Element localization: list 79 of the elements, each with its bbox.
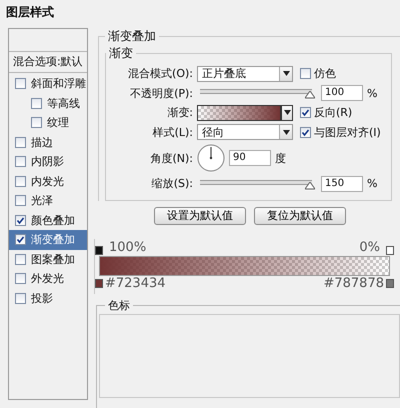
checkbox[interactable] — [15, 78, 26, 90]
style-item[interactable]: 斜面和浮雕 — [9, 74, 87, 94]
caret-icon — [282, 71, 290, 76]
style-label: 内阴影 — [31, 154, 64, 170]
checkbox[interactable] — [31, 98, 42, 109]
style-item[interactable]: 描边 — [9, 132, 87, 152]
section-title: 色标 — [107, 300, 131, 312]
caret-icon — [282, 130, 290, 135]
field-label: 混合模式(O): — [127, 66, 193, 82]
gradient-bar[interactable] — [99, 256, 390, 276]
style-item[interactable]: 投影 — [9, 288, 87, 308]
unit-label: 度 — [275, 150, 286, 166]
style-label: 纹理 — [47, 115, 69, 130]
checkbox[interactable] — [15, 273, 26, 284]
checkbox[interactable] — [300, 107, 311, 118]
list-header[interactable]: 混合选项:默认 — [9, 51, 87, 73]
field-label: 不透明度(P): — [129, 86, 193, 101]
style-label: 颜色叠加 — [31, 212, 75, 228]
style-label: 光泽 — [31, 193, 53, 208]
color-stop[interactable] — [386, 278, 394, 288]
field-label: 样式(L): — [152, 124, 193, 140]
style-item[interactable]: 外发光 — [9, 269, 87, 288]
style-label: 投影 — [31, 290, 53, 306]
field-label: 缩放(S): — [150, 176, 193, 192]
checkbox[interactable] — [15, 176, 26, 187]
color-value: #787878 — [323, 276, 385, 290]
slider-thumb[interactable] — [305, 91, 315, 100]
default-button[interactable]: 复位为默认值 — [254, 206, 346, 224]
style-item[interactable]: 内发光 — [9, 172, 87, 191]
number-field[interactable]: 150 — [321, 176, 363, 192]
color-value: #723434 — [104, 276, 166, 290]
section-title: 渐变叠加 — [107, 28, 157, 45]
color-stop[interactable] — [95, 278, 103, 288]
style-item[interactable]: 光泽 — [9, 191, 87, 210]
checkbox[interactable] — [15, 292, 26, 304]
style-item[interactable]: 内阴影 — [9, 152, 87, 172]
gradient-picker[interactable] — [197, 104, 293, 121]
opacity-value: 0% — [358, 240, 381, 254]
window-title: 图层样式 — [6, 5, 54, 19]
checkbox[interactable] — [300, 68, 311, 80]
style-label: 斜面和浮雕 — [31, 76, 86, 92]
checkbox[interactable] — [15, 214, 26, 226]
style-item[interactable]: 图案叠加 — [9, 250, 87, 269]
default-button[interactable]: 设置为默认值 — [154, 206, 246, 224]
number-field[interactable]: 90 — [229, 150, 271, 166]
style-item[interactable]: 纹理 — [9, 113, 87, 132]
unit-label: % — [367, 86, 378, 100]
checkbox[interactable] — [31, 117, 42, 128]
opacity-stop[interactable] — [95, 246, 103, 254]
checkbox[interactable] — [15, 254, 26, 265]
checkbox-label: 仿色 — [314, 66, 336, 82]
angle-dial[interactable] — [197, 144, 225, 172]
opacity-stop[interactable] — [386, 246, 394, 254]
style-label: 等高线 — [47, 96, 80, 111]
blend-mode-dropdown[interactable]: 正片叠底 — [197, 66, 293, 82]
group-title: 渐变 — [108, 45, 134, 62]
field-label: 角度(N): — [149, 150, 193, 166]
checkbox[interactable] — [300, 126, 311, 138]
style-dropdown[interactable]: 径向 — [197, 124, 293, 140]
style-label: 描边 — [31, 134, 53, 150]
checkbox-label: 与图层对齐(I) — [314, 124, 381, 140]
style-label: 图案叠加 — [31, 252, 75, 267]
style-item[interactable]: 渐变叠加 — [9, 230, 87, 250]
checkbox[interactable] — [15, 136, 26, 148]
unit-label: % — [367, 177, 378, 190]
style-label: 渐变叠加 — [31, 232, 75, 248]
caret-icon — [284, 110, 290, 116]
style-item[interactable]: 等高线 — [9, 94, 87, 113]
style-label: 内发光 — [31, 174, 64, 189]
style-item[interactable]: 颜色叠加 — [9, 210, 87, 230]
checkbox[interactable] — [15, 195, 26, 206]
field-label: 渐变: — [166, 105, 193, 120]
checkbox[interactable] — [15, 234, 26, 246]
checkbox[interactable] — [15, 156, 26, 168]
number-field[interactable]: 100 — [321, 85, 363, 102]
style-label: 外发光 — [31, 271, 64, 286]
slider-thumb[interactable] — [305, 182, 315, 190]
checkbox-label: 反向(R) — [314, 105, 352, 120]
opacity-value: 100% — [108, 240, 148, 254]
